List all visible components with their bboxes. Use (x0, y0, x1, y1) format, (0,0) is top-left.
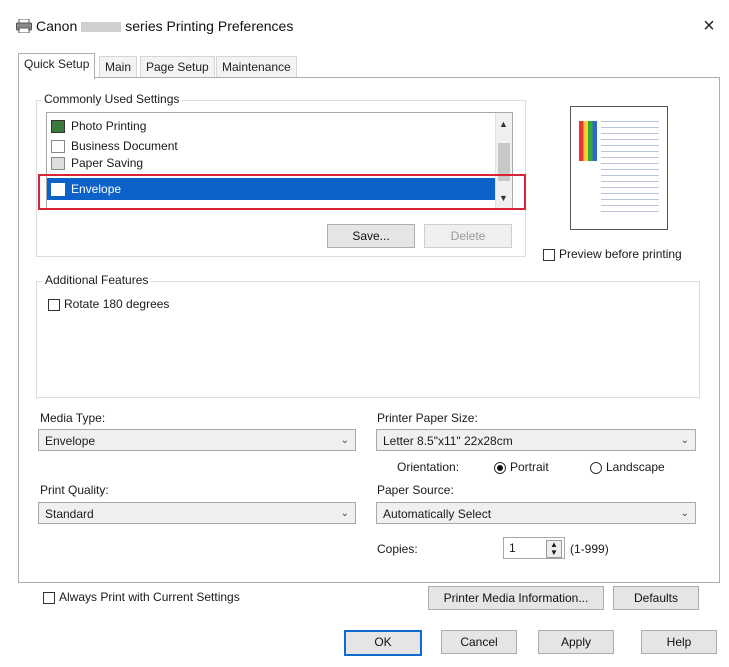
chevron-down-icon: ⌄ (680, 435, 689, 446)
chevron-down-icon: ⌄ (680, 508, 689, 519)
spinner-arrows-icon[interactable]: ▲ ▼ (546, 540, 562, 558)
always-print-checkbox-box[interactable] (43, 591, 55, 604)
preview-checkbox[interactable]: Preview before printing (543, 247, 682, 261)
landscape-radio-dot[interactable] (590, 461, 602, 474)
tab-page-setup[interactable]: Page Setup (140, 56, 215, 78)
ok-button[interactable]: OK (344, 630, 422, 656)
save-button[interactable]: Save... (327, 224, 415, 248)
list-item[interactable]: Paper Saving (51, 156, 143, 170)
rotate-checkbox[interactable]: Rotate 180 degrees (48, 297, 169, 311)
print-quality-label: Print Quality: (40, 483, 109, 497)
landscape-label: Landscape (606, 460, 665, 474)
paper-source-select[interactable]: Automatically Select ⌄ (376, 502, 696, 524)
apply-button[interactable]: Apply (538, 630, 614, 654)
window-title-prefix: Canon (36, 18, 78, 34)
rotate-label: Rotate 180 degrees (64, 297, 170, 311)
portrait-radio-dot[interactable] (494, 461, 506, 474)
paper-size-label: Printer Paper Size: (377, 411, 478, 425)
chevron-down-icon: ⌄ (340, 435, 349, 446)
media-type-label: Media Type: (40, 411, 106, 425)
preview-label: Preview before printing (559, 247, 682, 261)
help-button[interactable]: Help (641, 630, 717, 654)
portrait-label: Portrait (510, 460, 549, 474)
preview-text-lines (601, 121, 659, 217)
preview-image (570, 106, 668, 230)
copies-label: Copies: (377, 542, 418, 556)
cancel-button[interactable]: Cancel (441, 630, 517, 654)
window-title: Canon series Printing Preferences (36, 18, 293, 34)
business-document-icon (51, 140, 65, 154)
list-item-label: Photo Printing (71, 119, 147, 133)
defaults-button[interactable]: Defaults (613, 586, 699, 610)
delete-button[interactable]: Delete (424, 224, 512, 248)
close-button[interactable]: × (694, 12, 724, 40)
tab-quick-setup[interactable]: Quick Setup (18, 53, 96, 79)
list-item[interactable]: Business Document (51, 136, 178, 156)
printer-icon (16, 19, 32, 33)
photo-printing-icon (51, 120, 65, 134)
list-item-label: Business Document (71, 139, 178, 153)
scroll-up-icon[interactable]: ▲ (499, 119, 508, 129)
copies-range: (1-999) (570, 542, 609, 556)
print-quality-select[interactable]: Standard ⌄ (38, 502, 356, 524)
print-quality-value: Standard (45, 507, 94, 521)
landscape-radio[interactable]: Landscape (590, 460, 665, 474)
media-type-select[interactable]: Envelope ⌄ (38, 429, 356, 451)
paper-size-select[interactable]: Letter 8.5"x11" 22x28cm ⌄ (376, 429, 696, 451)
paper-saving-icon (51, 157, 65, 170)
redacted-model (81, 22, 122, 33)
rotate-checkbox-box[interactable] (48, 298, 60, 311)
media-type-value: Envelope (45, 434, 96, 448)
tab-maintenance[interactable]: Maintenance (216, 56, 297, 78)
commonly-used-title: Commonly Used Settings (41, 92, 183, 106)
additional-features-title: Additional Features (42, 273, 152, 287)
orientation-label: Orientation: (397, 460, 460, 474)
printer-media-info-button[interactable]: Printer Media Information... (428, 586, 604, 610)
chevron-down-icon: ⌄ (340, 508, 349, 519)
paper-source-value: Automatically Select (383, 507, 492, 521)
highlight-box (38, 174, 526, 210)
window-title-suffix: series Printing Preferences (125, 18, 294, 34)
preview-checkbox-box[interactable] (543, 248, 555, 261)
preview-photo (579, 121, 597, 161)
copies-value[interactable]: 1 (509, 541, 516, 555)
copies-stepper[interactable]: 1 ▲ ▼ (503, 537, 565, 559)
list-item-label: Paper Saving (71, 156, 144, 170)
always-print-checkbox[interactable]: Always Print with Current Settings (43, 590, 240, 604)
paper-source-label: Paper Source: (377, 483, 454, 497)
always-print-label: Always Print with Current Settings (59, 590, 240, 604)
list-item[interactable]: Photo Printing (51, 116, 146, 136)
tab-main[interactable]: Main (99, 56, 138, 78)
paper-size-value: Letter 8.5"x11" 22x28cm (383, 434, 513, 448)
portrait-radio[interactable]: Portrait (494, 460, 549, 474)
